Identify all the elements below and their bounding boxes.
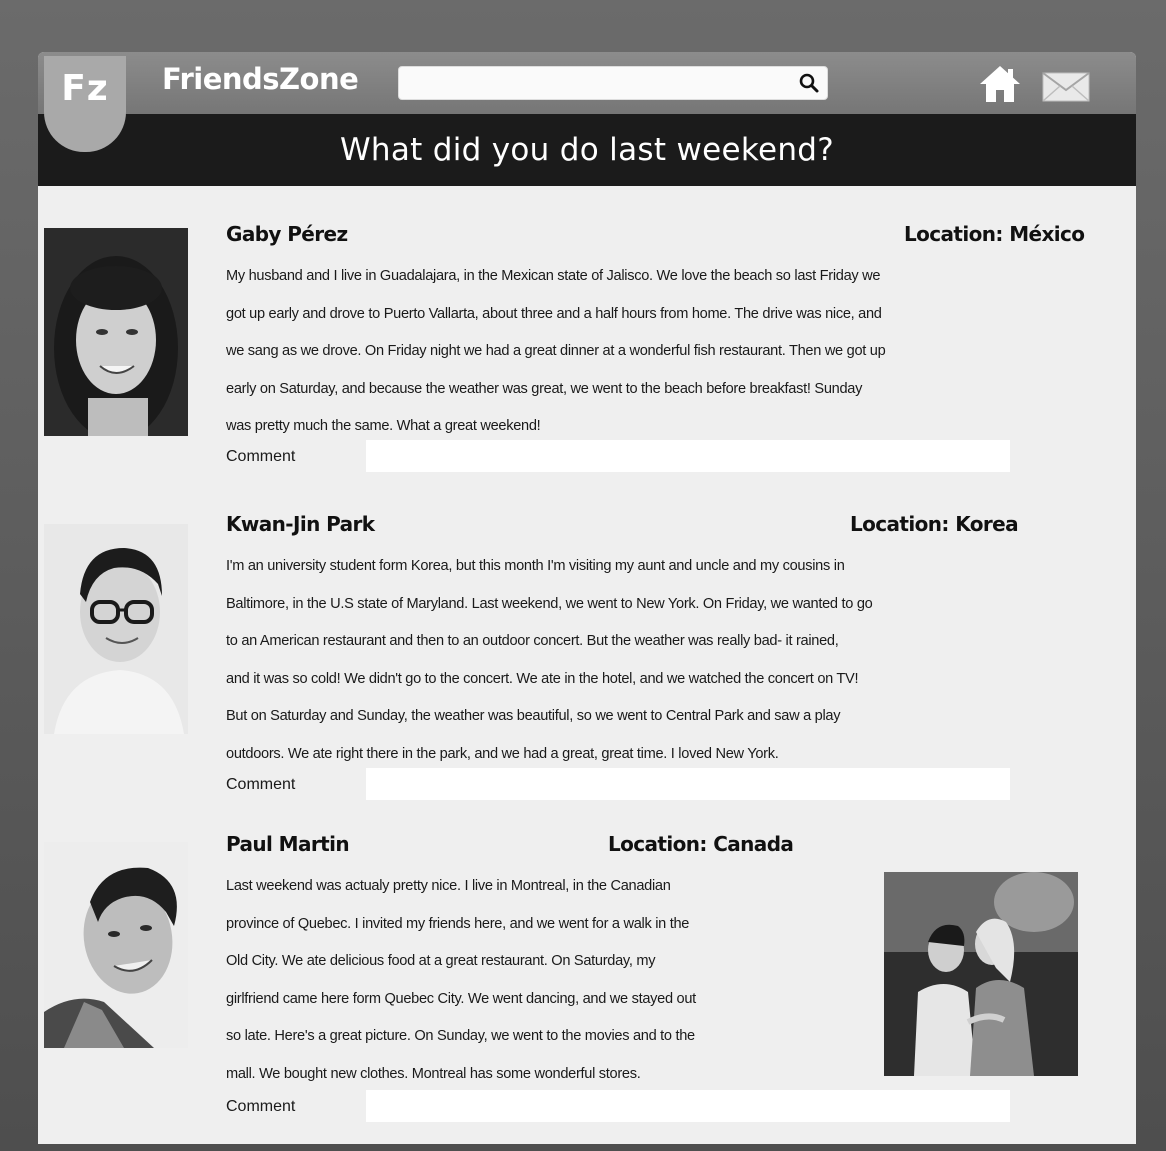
post-line: girlfriend came here form Quebec City. W… <box>226 990 696 1007</box>
avatar-photo <box>44 228 188 436</box>
search-input[interactable] <box>407 70 791 98</box>
post-line: But on Saturday and Sunday, the weather … <box>226 708 841 724</box>
avatar-photo <box>44 842 188 1048</box>
mail-icon[interactable] <box>1042 72 1090 102</box>
post-line: we sang as we drove. On Friday night we … <box>226 343 886 359</box>
post-paul-martin: Paul Martin Location: Canada Last weeken… <box>38 830 1136 1140</box>
post-line: to an American restaurant and then to an… <box>226 633 839 649</box>
post-line: so late. Here's a great picture. On Sund… <box>226 1028 695 1044</box>
search-box <box>398 66 828 100</box>
avatar-photo <box>44 524 188 734</box>
home-icon[interactable] <box>978 64 1022 104</box>
author-location: Location: Canada <box>608 832 794 856</box>
post-gaby-perez: Gaby Pérez Location: México My husband a… <box>38 220 1136 520</box>
post-body: My husband and I live in Guadalajara, in… <box>226 258 1116 446</box>
author-name[interactable]: Paul Martin <box>226 832 350 856</box>
post-line: Last weekend was actualy pretty nice. I … <box>226 878 671 894</box>
device-frame: FriendsZone Fz What did you do last week… <box>0 0 1166 1151</box>
post-line: I'm an university student form Korea, bu… <box>226 558 845 574</box>
search-icon[interactable] <box>797 71 821 95</box>
post-photo-couple[interactable] <box>884 872 1078 1076</box>
post-line: Old City. We ate delicious food at a gre… <box>226 953 656 969</box>
post-line: got up early and drove to Puerto Vallart… <box>226 305 882 322</box>
post-kwan-jin-park: Kwan-Jin Park Location: Korea I'm an uni… <box>38 510 1136 840</box>
post-line: and it was so cold! We didn't go to the … <box>226 670 859 687</box>
logo-text: Fz <box>61 68 109 109</box>
post-line: mall. We bought new clothes. Montreal ha… <box>226 1065 641 1082</box>
post-line: province of Quebec. I invited my friends… <box>226 915 690 932</box>
comment-input[interactable] <box>366 440 1010 472</box>
author-location: Location: Korea <box>850 512 1019 536</box>
app-name: FriendsZone <box>162 62 359 96</box>
post-line: Baltimore, in the U.S state of Maryland.… <box>226 595 873 612</box>
couple-photo <box>884 872 1078 1076</box>
author-name[interactable]: Kwan-Jin Park <box>226 512 375 536</box>
post-body: Last weekend was actualy pretty nice. I … <box>226 868 876 1093</box>
avatar[interactable] <box>44 228 188 436</box>
comment-input[interactable] <box>366 1090 1010 1122</box>
top-header: FriendsZone <box>38 52 1136 114</box>
comment-label: Comment <box>226 448 296 465</box>
author-location: Location: México <box>904 222 1085 246</box>
app-logo[interactable]: Fz <box>44 56 126 152</box>
page-title: What did you do last weekend? <box>339 132 835 168</box>
comment-input[interactable] <box>366 768 1010 800</box>
post-line: My husband and I live in Guadalajara, in… <box>226 268 881 284</box>
post-line: early on Saturday, and because the weath… <box>226 380 863 397</box>
post-body: I'm an university student form Korea, bu… <box>226 548 1116 773</box>
browser-window: FriendsZone Fz What did you do last week… <box>38 52 1136 1144</box>
title-bar: What did you do last weekend? <box>38 114 1136 186</box>
comment-label: Comment <box>226 776 296 793</box>
author-name[interactable]: Gaby Pérez <box>226 222 348 246</box>
avatar[interactable] <box>44 524 188 734</box>
avatar[interactable] <box>44 842 188 1048</box>
comment-label: Comment <box>226 1098 296 1115</box>
